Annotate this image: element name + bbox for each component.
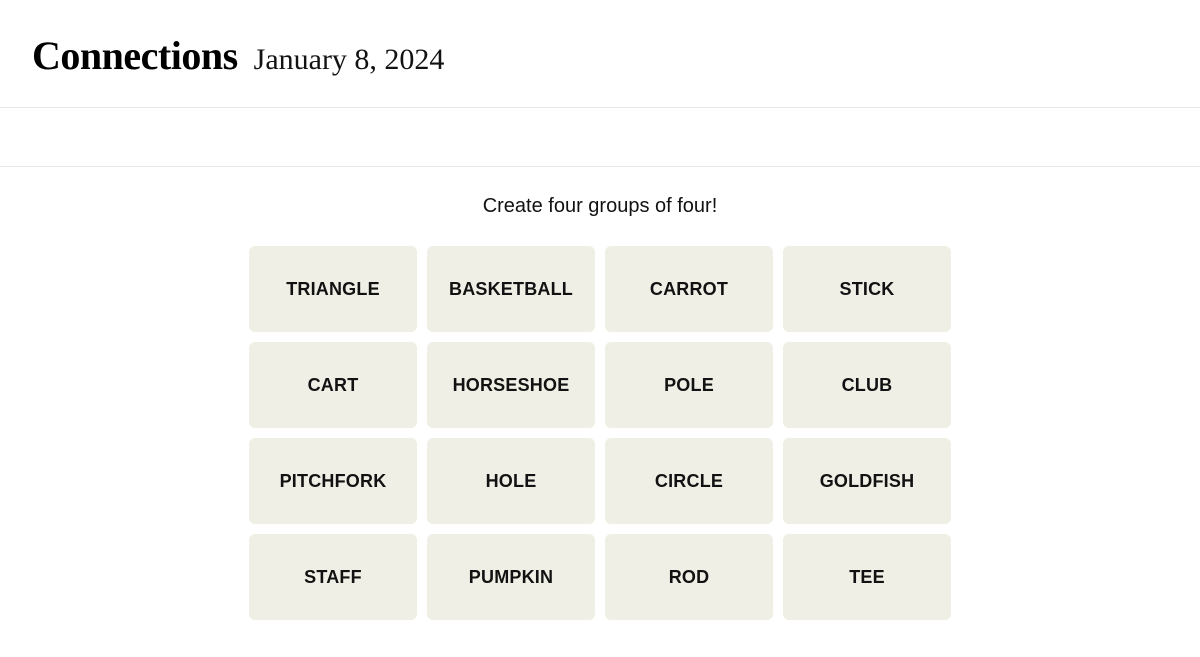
game-header: Connections January 8, 2024 [0,0,1200,107]
word-tile[interactable]: ROD [605,534,773,620]
word-tile[interactable]: STICK [783,246,951,332]
game-date: January 8, 2024 [254,43,445,77]
word-tile[interactable]: STAFF [249,534,417,620]
word-tile[interactable]: PITCHFORK [249,438,417,524]
instructions-text: Create four groups of four! [483,195,718,218]
word-tile[interactable]: HORSESHOE [427,342,595,428]
game-area: Create four groups of four! TRIANGLE BAS… [0,167,1200,620]
toolbar [0,107,1200,167]
word-tile[interactable]: TEE [783,534,951,620]
game-title: Connections [32,32,238,79]
word-tile[interactable]: CLUB [783,342,951,428]
word-tile[interactable]: BASKETBALL [427,246,595,332]
word-grid: TRIANGLE BASKETBALL CARROT STICK CART HO… [249,246,951,620]
word-tile[interactable]: POLE [605,342,773,428]
word-tile[interactable]: PUMPKIN [427,534,595,620]
word-tile[interactable]: CIRCLE [605,438,773,524]
word-tile[interactable]: TRIANGLE [249,246,417,332]
word-tile[interactable]: CART [249,342,417,428]
word-tile[interactable]: GOLDFISH [783,438,951,524]
word-tile[interactable]: CARROT [605,246,773,332]
word-tile[interactable]: HOLE [427,438,595,524]
